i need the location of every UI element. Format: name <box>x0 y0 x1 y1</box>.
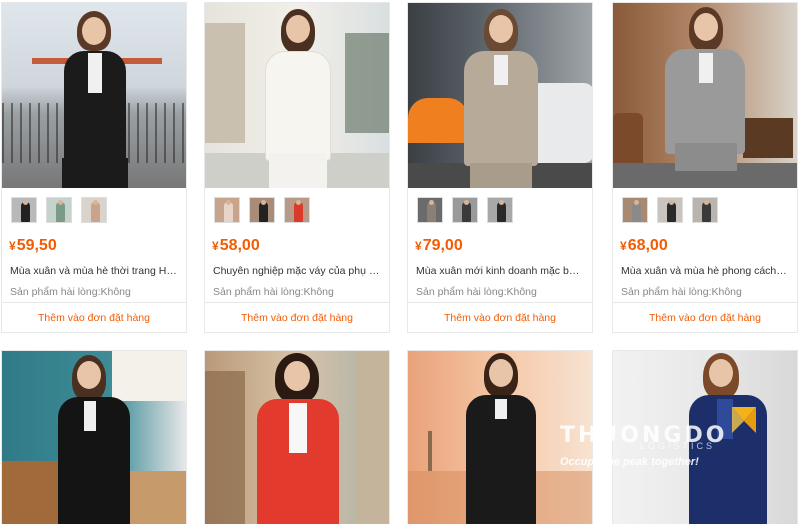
add-to-order-button[interactable]: Thêm vào đơn đặt hàng <box>205 302 389 332</box>
product-photo[interactable] <box>205 351 389 524</box>
product-title[interactable]: Mùa xuân và mùa hè thời trang Hàn ... <box>2 261 186 283</box>
variant-thumbnails <box>2 188 186 231</box>
variant-thumb[interactable] <box>692 197 718 223</box>
product-price: ¥58,00 <box>212 237 260 254</box>
product-price: ¥79,00 <box>415 237 463 254</box>
product-card[interactable]: ¥58,00 Chuyên nghiệp mặc váy của phụ nữ … <box>204 2 390 333</box>
product-photo[interactable] <box>2 3 186 188</box>
product-card[interactable]: ¥59,50 Mùa xuân và mùa hè thời trang Hàn… <box>1 2 187 333</box>
product-price: ¥59,50 <box>9 237 57 254</box>
product-price: ¥68,00 <box>620 237 668 254</box>
variant-thumbnails <box>408 188 592 231</box>
product-card[interactable] <box>407 350 593 524</box>
product-title[interactable]: Mùa xuân mới kinh doanh mặc bộ đồ... <box>408 261 592 283</box>
variant-thumb[interactable] <box>657 197 683 223</box>
product-card[interactable] <box>612 350 798 524</box>
product-card[interactable] <box>204 350 390 524</box>
product-photo[interactable] <box>205 3 389 188</box>
product-card[interactable] <box>1 350 187 524</box>
add-to-order-button[interactable]: Thêm vào đơn đặt hàng <box>408 302 592 332</box>
variant-thumb[interactable] <box>81 197 107 223</box>
product-card[interactable]: ¥68,00 Mùa xuân và mùa hè phong cách Hà.… <box>612 2 798 333</box>
product-photo[interactable] <box>408 3 592 188</box>
variant-thumb[interactable] <box>11 197 37 223</box>
variant-thumb[interactable] <box>622 197 648 223</box>
product-photo[interactable] <box>2 351 186 524</box>
variant-thumbnails <box>613 188 797 231</box>
add-to-order-button[interactable]: Thêm vào đơn đặt hàng <box>2 302 186 332</box>
variant-thumb[interactable] <box>284 197 310 223</box>
variant-thumbnails <box>205 188 389 231</box>
variant-thumb[interactable] <box>46 197 72 223</box>
variant-thumb[interactable] <box>452 197 478 223</box>
variant-thumb[interactable] <box>249 197 275 223</box>
product-card[interactable]: ¥79,00 Mùa xuân mới kinh doanh mặc bộ đồ… <box>407 2 593 333</box>
product-title[interactable]: Chuyên nghiệp mặc váy của phụ nữ ... <box>205 261 389 283</box>
product-photo[interactable] <box>613 3 797 188</box>
product-title[interactable]: Mùa xuân và mùa hè phong cách Hà... <box>613 261 797 283</box>
product-photo[interactable] <box>408 351 592 524</box>
variant-thumb[interactable] <box>487 197 513 223</box>
add-to-order-button[interactable]: Thêm vào đơn đặt hàng <box>613 302 797 332</box>
product-photo[interactable] <box>613 351 797 524</box>
variant-thumb[interactable] <box>417 197 443 223</box>
variant-thumb[interactable] <box>214 197 240 223</box>
